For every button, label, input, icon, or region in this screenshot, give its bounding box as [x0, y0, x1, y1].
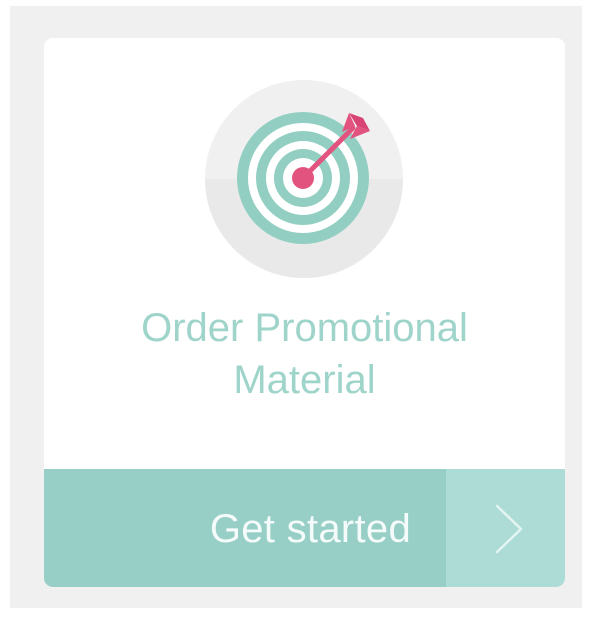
- target-arrow-icon: [205, 80, 403, 278]
- chevron-right-icon: [495, 504, 523, 554]
- get-started-button[interactable]: Get started: [44, 469, 565, 587]
- card-title-line-2: Material: [233, 358, 376, 402]
- promo-card: Order Promotional Material Get started: [44, 38, 565, 587]
- card-title-line-1: Order Promotional: [141, 306, 468, 350]
- get-started-label-area[interactable]: Get started: [44, 469, 446, 587]
- get-started-label: Get started: [209, 507, 411, 551]
- get-started-arrow-button[interactable]: [446, 469, 565, 587]
- card-title: Order Promotional Material: [44, 302, 565, 406]
